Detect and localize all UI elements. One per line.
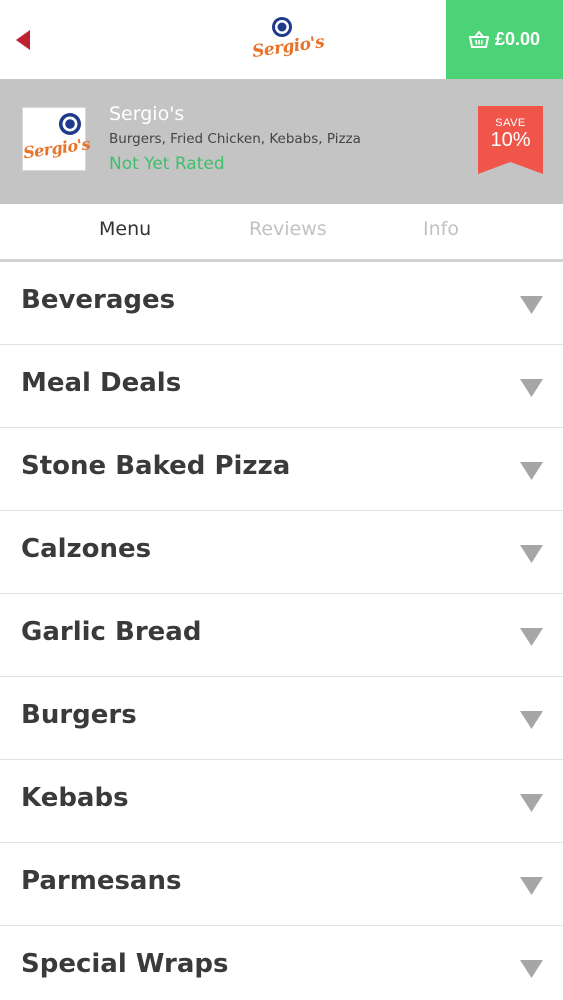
back-button[interactable] — [14, 24, 50, 56]
basket-icon — [468, 30, 489, 48]
category-row-beverages[interactable]: Beverages — [0, 262, 563, 345]
tab-reviews[interactable]: Reviews — [249, 218, 327, 240]
tab-info[interactable]: Info — [423, 218, 459, 240]
chevron-down-icon — [520, 877, 543, 895]
category-row-calzones[interactable]: Calzones — [0, 511, 563, 594]
chevron-down-icon — [520, 628, 543, 646]
category-label: Garlic Bread — [21, 617, 202, 647]
category-label: Stone Baked Pizza — [21, 451, 291, 481]
logo-eye-icon — [59, 113, 81, 135]
category-row-stone-baked-pizza[interactable]: Stone Baked Pizza — [0, 428, 563, 511]
category-row-special-wraps[interactable]: Special Wraps — [0, 926, 563, 1000]
restaurant-name: Sergio's — [109, 103, 185, 125]
chevron-down-icon — [520, 711, 543, 729]
category-row-burgers[interactable]: Burgers — [0, 677, 563, 760]
chevron-down-icon — [520, 379, 543, 397]
restaurant-cuisines: Burgers, Fried Chicken, Kebabs, Pizza — [109, 131, 361, 147]
chevron-down-icon — [520, 545, 543, 563]
category-row-parmesans[interactable]: Parmesans — [0, 843, 563, 926]
save-label: SAVE — [495, 117, 526, 129]
save-value: 10% — [490, 129, 531, 151]
category-row-garlic-bread[interactable]: Garlic Bread — [0, 594, 563, 677]
category-label: Beverages — [21, 285, 176, 315]
chevron-down-icon — [520, 462, 543, 480]
save-badge: SAVE 10% — [478, 106, 543, 174]
category-label: Burgers — [21, 700, 137, 730]
chevron-down-icon — [520, 794, 543, 812]
app-logo: Sergio's — [251, 14, 325, 68]
category-label: Kebabs — [21, 783, 129, 813]
menu-category-list: Beverages Meal Deals Stone Baked Pizza C… — [0, 262, 563, 1000]
tab-bar: Menu Reviews Info — [0, 204, 563, 262]
category-label: Calzones — [21, 534, 152, 564]
category-label: Meal Deals — [21, 368, 182, 398]
restaurant-logo-text: Sergio's — [21, 134, 92, 163]
tab-menu[interactable]: Menu — [99, 218, 151, 240]
chevron-down-icon — [520, 960, 543, 978]
basket-total: £0.00 — [494, 29, 541, 49]
basket-button[interactable]: £0.00 — [446, 0, 563, 79]
top-bar: Sergio's £0.00 — [0, 0, 563, 79]
category-label: Special Wraps — [21, 949, 229, 979]
category-row-meal-deals[interactable]: Meal Deals — [0, 345, 563, 428]
restaurant-logo: Sergio's — [21, 107, 92, 171]
back-arrow-icon — [16, 30, 30, 50]
category-label: Parmesans — [21, 866, 182, 896]
restaurant-rating[interactable]: Not Yet Rated — [109, 154, 225, 174]
restaurant-header: Sergio's Sergio's Burgers, Fried Chicken… — [0, 79, 563, 204]
category-row-kebabs[interactable]: Kebabs — [0, 760, 563, 843]
chevron-down-icon — [520, 296, 543, 314]
